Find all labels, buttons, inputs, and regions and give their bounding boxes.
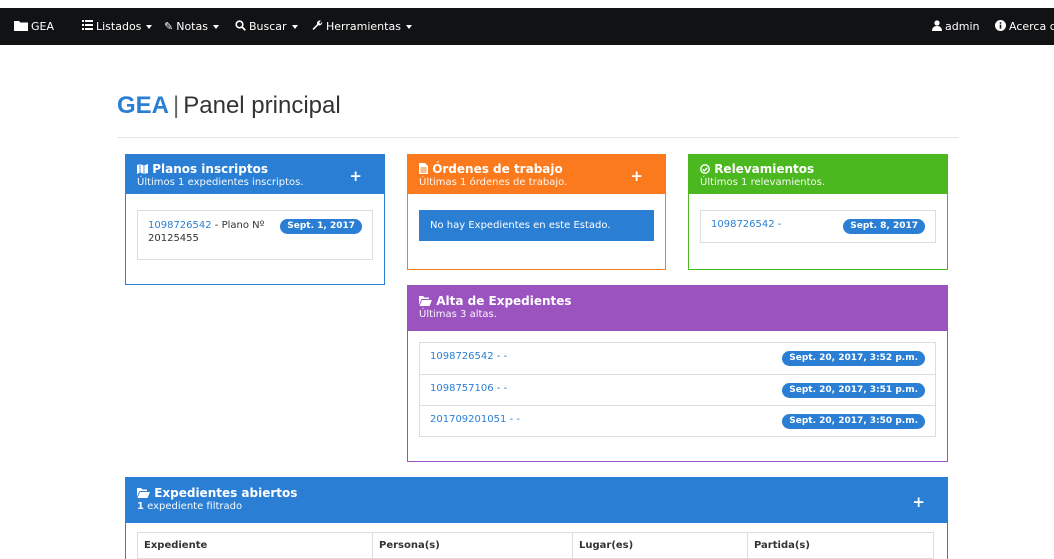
panel-planos-inscriptos: Planos inscriptos Últimos 1 expedientes … bbox=[125, 154, 385, 285]
nav-user[interactable]: admin bbox=[932, 19, 980, 34]
panel-expedientes-abiertos: Expedientes abiertos 1 expediente filtra… bbox=[125, 477, 948, 559]
panel-abiertos-subtitle: 1 expediente filtrado bbox=[137, 500, 936, 513]
panel-alta-header: Alta de Expedientes Últimas 3 altas. bbox=[408, 286, 947, 331]
panel-alta-subtitle: Últimas 3 altas. bbox=[419, 309, 497, 320]
add-expediente-button[interactable]: + bbox=[912, 493, 925, 511]
panel-planos-body: 1098726542 - Plano Nº 20125455 Sept. 1, … bbox=[126, 194, 384, 270]
nav-brand-label: GEA bbox=[31, 20, 54, 33]
nav-notas-label: Notas bbox=[176, 20, 208, 33]
panel-planos-title: Planos inscriptos bbox=[152, 162, 268, 176]
nav-herramientas-label: Herramientas bbox=[326, 20, 401, 33]
user-icon bbox=[932, 19, 942, 34]
panel-ordenes-title: Órdenes de trabajo bbox=[432, 162, 563, 176]
panel-planos-header: Planos inscriptos Últimos 1 expedientes … bbox=[126, 155, 384, 194]
page-title-separator: | bbox=[173, 92, 180, 119]
nav-herramientas[interactable]: Herramientas bbox=[312, 19, 412, 34]
panel-ordenes-body: No hay Expedientes en este Estado. bbox=[408, 194, 665, 251]
panel-alta-expedientes: Alta de Expedientes Últimas 3 altas. 109… bbox=[407, 285, 948, 462]
add-plano-button[interactable]: + bbox=[349, 167, 362, 185]
panel-abiertos-header: Expedientes abiertos 1 expediente filtra… bbox=[126, 478, 947, 523]
panel-relevamientos-title-row: Relevamientos bbox=[700, 163, 936, 176]
nav-brand[interactable]: GEA bbox=[14, 20, 54, 34]
caret-down-icon bbox=[212, 24, 219, 29]
nav-notas[interactable]: ✎ Notas bbox=[164, 20, 219, 33]
panel-planos-title-row: Planos inscriptos bbox=[137, 163, 373, 176]
caret-down-icon bbox=[291, 24, 298, 29]
expediente-link[interactable]: 1098726542 - bbox=[711, 219, 781, 230]
nav-listados[interactable]: Listados bbox=[82, 20, 153, 33]
panel-abiertos-title-row: Expedientes abiertos bbox=[137, 487, 936, 500]
relevamientos-list: 1098726542 - Sept. 8, 2017 bbox=[700, 210, 936, 243]
folder-icon bbox=[14, 20, 28, 34]
file-icon bbox=[419, 162, 432, 176]
date-badge: Sept. 20, 2017, 3:51 p.m. bbox=[782, 383, 925, 398]
nav-about-label: Acerca de bbox=[1009, 20, 1054, 33]
page-title-brand: GEA bbox=[117, 92, 170, 119]
folder-open-icon bbox=[137, 486, 154, 500]
planos-item-text: 1098726542 - Plano Nº 20125455 bbox=[148, 219, 288, 245]
planos-list: 1098726542 - Plano Nº 20125455 Sept. 1, … bbox=[137, 210, 373, 260]
panel-relevamientos-title: Relevamientos bbox=[714, 162, 815, 176]
caret-down-icon bbox=[405, 24, 412, 29]
panel-relevamientos-body: 1098726542 - Sept. 8, 2017 bbox=[689, 194, 947, 253]
search-icon bbox=[235, 19, 246, 34]
panel-ordenes-trabajo: Órdenes de trabajo Últimas 1 órdenes de … bbox=[407, 154, 666, 270]
folder-open-icon bbox=[419, 294, 436, 308]
panel-alta-title-row: Alta de Expedientes bbox=[419, 295, 936, 308]
alta-list: 1098726542 - - Sept. 20, 2017, 3:52 p.m.… bbox=[419, 342, 936, 437]
panel-relevamientos-subtitle: Últimos 1 relevamientos. bbox=[700, 177, 826, 188]
add-orden-button[interactable]: + bbox=[630, 167, 643, 185]
panel-alta-title: Alta de Expedientes bbox=[436, 294, 572, 308]
panel-relevamientos-header: Relevamientos Últimos 1 relevamientos. bbox=[689, 155, 947, 194]
panel-ordenes-subtitle: Últimas 1 órdenes de trabajo. bbox=[419, 177, 568, 188]
list-item: 1098726542 - Sept. 8, 2017 bbox=[701, 211, 935, 242]
expedientes-table: Expediente Persona(s) Lugar(es) Partida(… bbox=[137, 532, 934, 559]
nav-about[interactable]: Acerca de bbox=[995, 19, 1054, 34]
list-item: 1098726542 - Plano Nº 20125455 Sept. 1, … bbox=[138, 211, 372, 259]
expediente-link[interactable]: 1098726542 - - bbox=[430, 351, 507, 362]
column-header-personas[interactable]: Persona(s) bbox=[372, 532, 573, 559]
panel-alta-body: 1098726542 - - Sept. 20, 2017, 3:52 p.m.… bbox=[408, 331, 947, 447]
pencil-icon: ✎ bbox=[164, 20, 174, 33]
map-icon bbox=[137, 162, 152, 176]
check-circle-icon bbox=[700, 162, 714, 176]
title-divider bbox=[117, 137, 959, 138]
panel-ordenes-header: Órdenes de trabajo Últimas 1 órdenes de … bbox=[408, 155, 665, 194]
page-title-text: Panel principal bbox=[183, 92, 341, 119]
filtered-count: 1 bbox=[137, 501, 144, 512]
date-badge: Sept. 20, 2017, 3:50 p.m. bbox=[782, 414, 925, 429]
date-badge: Sept. 8, 2017 bbox=[843, 219, 925, 234]
panel-relevamientos: Relevamientos Últimos 1 relevamientos. 1… bbox=[688, 154, 948, 270]
column-header-partidas[interactable]: Partida(s) bbox=[747, 532, 934, 559]
expediente-link[interactable]: 1098726542 bbox=[148, 220, 212, 231]
list-item: 1098726542 - - Sept. 20, 2017, 3:52 p.m. bbox=[420, 343, 935, 374]
panel-planos-subtitle: Últimos 1 expedientes inscriptos. bbox=[137, 177, 304, 188]
info-icon bbox=[995, 19, 1006, 34]
nav-buscar-label: Buscar bbox=[249, 20, 287, 33]
top-navbar: GEA Listados ✎ Notas Buscar Herramientas… bbox=[0, 8, 1054, 45]
nav-user-label: admin bbox=[945, 20, 980, 33]
list-icon bbox=[82, 20, 93, 33]
list-item: 201709201051 - - Sept. 20, 2017, 3:50 p.… bbox=[420, 405, 935, 436]
nav-buscar[interactable]: Buscar bbox=[235, 19, 298, 34]
column-header-expediente[interactable]: Expediente bbox=[137, 532, 373, 559]
expediente-link[interactable]: 201709201051 - - bbox=[430, 414, 520, 425]
list-item: 1098757106 - - Sept. 20, 2017, 3:51 p.m. bbox=[420, 374, 935, 405]
panel-abiertos-title: Expedientes abiertos bbox=[154, 486, 298, 500]
caret-down-icon bbox=[146, 24, 153, 29]
expedientes-table-wrap: Expediente Persona(s) Lugar(es) Partida(… bbox=[126, 523, 947, 559]
panel-ordenes-title-row: Órdenes de trabajo bbox=[419, 163, 654, 176]
expediente-link[interactable]: 1098757106 - - bbox=[430, 383, 507, 394]
empty-state-message: No hay Expedientes en este Estado. bbox=[419, 210, 654, 241]
date-badge: Sept. 20, 2017, 3:52 p.m. bbox=[782, 351, 925, 366]
wrench-icon bbox=[312, 19, 323, 34]
date-badge: Sept. 1, 2017 bbox=[280, 219, 362, 234]
nav-listados-label: Listados bbox=[96, 20, 142, 33]
column-header-lugares[interactable]: Lugar(es) bbox=[572, 532, 748, 559]
filtered-label: expediente filtrado bbox=[143, 501, 243, 512]
table-header-row: Expediente Persona(s) Lugar(es) Partida(… bbox=[137, 532, 934, 559]
page-title: GEA | Panel principal bbox=[117, 92, 341, 120]
